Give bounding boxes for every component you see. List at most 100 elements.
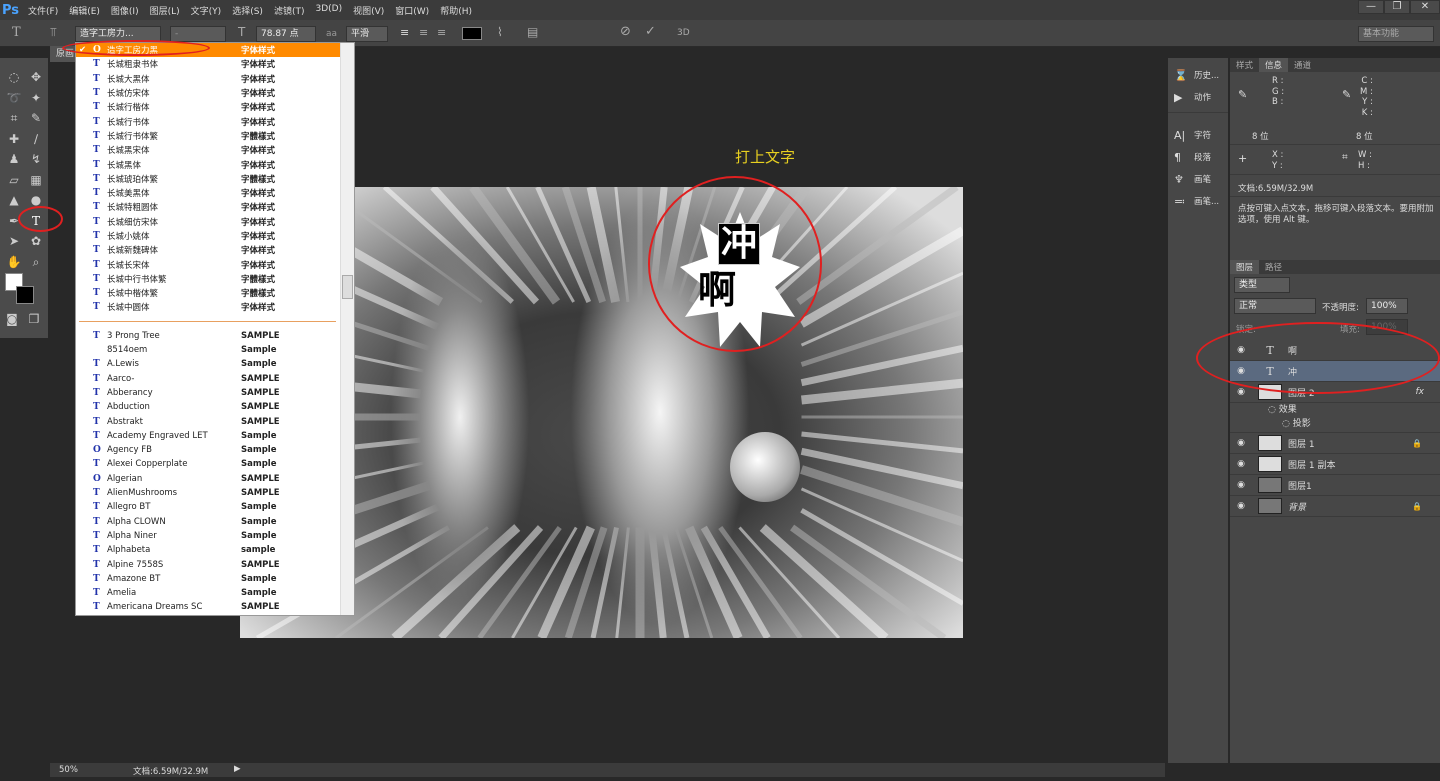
path-select-icon[interactable]: ➤ (4, 232, 24, 251)
font-item[interactable]: T Alphabeta sample (76, 543, 354, 557)
align-right-icon[interactable]: ≡ (437, 26, 446, 39)
scrollbar-thumb[interactable] (342, 275, 353, 299)
layer-name[interactable]: 图层 1 (1288, 437, 1412, 450)
font-list-scrollbar[interactable] (340, 43, 354, 615)
eraser-icon[interactable]: ▱ (4, 171, 24, 190)
quick-mask-icon[interactable]: ◙ (2, 310, 22, 329)
magic-wand-icon[interactable]: ✦ (26, 89, 46, 108)
history-brush-icon[interactable]: ↯ (26, 150, 46, 169)
font-item[interactable]: T 长城中圆体 字体样式 (76, 300, 354, 314)
panel-button-brush[interactable]: ♆ 画笔 (1168, 168, 1228, 190)
fx-icon[interactable]: fx (1416, 387, 1425, 397)
effect-eye-icon[interactable]: ◌ (1282, 419, 1293, 429)
font-item[interactable]: T 长城黑体 字体样式 (76, 157, 354, 171)
status-menu-arrow-icon[interactable]: ▶ (234, 764, 241, 774)
font-item[interactable]: T 长城美黑体 字体样式 (76, 186, 354, 200)
panel-button-history[interactable]: ⌛ 历史... (1168, 64, 1228, 86)
eyedropper-icon[interactable]: ✎ (26, 109, 46, 128)
font-item[interactable]: T 长城行楷体 字体样式 (76, 100, 354, 114)
font-item[interactable]: T A.Lewis Sample (76, 357, 354, 371)
menu-item[interactable]: 编辑(E) (69, 4, 100, 17)
font-item[interactable]: T 长城仿宋体 字体样式 (76, 86, 354, 100)
drop-shadow-row[interactable]: ◌ 投影 (1268, 417, 1440, 431)
shape-icon[interactable]: ✿ (26, 232, 46, 251)
visibility-eye-icon[interactable]: ◉ (1230, 459, 1252, 469)
minimize-button[interactable]: — (1358, 0, 1384, 14)
antialias-select[interactable]: 平滑 (346, 26, 388, 42)
menu-item[interactable]: 帮助(H) (440, 4, 472, 17)
font-item[interactable]: T 长城新魏碑体 字体样式 (76, 243, 354, 257)
effects-eye-icon[interactable]: ◌ (1268, 405, 1279, 415)
font-item[interactable]: T 长城粗隶书体 字体样式 (76, 57, 354, 71)
font-item[interactable]: T 长城行书体繁 字體樣式 (76, 129, 354, 143)
font-item[interactable]: T Alpha Niner Sample (76, 529, 354, 543)
panel-button-actions[interactable]: ▶ 动作 (1168, 86, 1228, 108)
commit-icon[interactable]: ✓ (645, 24, 656, 39)
crop-icon[interactable]: ⌗ (4, 109, 24, 128)
marquee-icon[interactable]: ◌ (4, 68, 24, 87)
move-icon[interactable]: ✥ (26, 68, 46, 87)
menu-item[interactable]: 文件(F) (28, 4, 58, 17)
font-item[interactable]: T Alexei Copperplate Sample (76, 457, 354, 471)
font-item[interactable]: T Abberancy SAMPLE (76, 386, 354, 400)
effects-row[interactable]: ◌ 效果 (1268, 403, 1440, 417)
opacity-field[interactable]: 100% (1366, 298, 1408, 314)
tab-channels[interactable]: 通道 (1288, 58, 1317, 72)
font-item[interactable]: T 长城细仿宋体 字体样式 (76, 215, 354, 229)
menu-item[interactable]: 图层(L) (150, 4, 180, 17)
font-item[interactable]: T 长城特粗圆体 字体样式 (76, 200, 354, 214)
gradient-icon[interactable]: ▦ (26, 171, 46, 190)
menu-item[interactable]: 滤镜(T) (274, 4, 305, 17)
menu-item[interactable]: 3D(D) (315, 4, 342, 17)
layer-name[interactable]: 图层 1 副本 (1288, 458, 1440, 471)
close-button[interactable]: ✕ (1410, 0, 1440, 14)
warp-text-icon[interactable]: ⌇ (497, 25, 503, 39)
font-item[interactable]: T 长城中行书体繁 字體樣式 (76, 272, 354, 286)
visibility-eye-icon[interactable]: ◉ (1230, 480, 1252, 490)
font-item[interactable]: T 3 Prong Tree SAMPLE (76, 329, 354, 343)
layer-filter-select[interactable]: 类型 (1234, 277, 1290, 293)
font-item[interactable]: T Abduction SAMPLE (76, 400, 354, 414)
text-color-swatch[interactable] (462, 27, 482, 40)
menu-item[interactable]: 图像(I) (111, 4, 139, 17)
panel-button-character[interactable]: A| 字符 (1168, 124, 1228, 146)
font-item[interactable]: T Americana Dreams SC SAMPLE (76, 600, 354, 614)
3d-button[interactable]: 3D (677, 28, 690, 38)
tab-paths[interactable]: 路径 (1259, 260, 1288, 274)
blur-icon[interactable]: ▲ (4, 191, 24, 210)
panel-button-paragraph[interactable]: ¶ 段落 (1168, 146, 1228, 168)
layer-name[interactable]: 图层1 (1288, 479, 1440, 492)
panel-button-brush-presets[interactable]: ≕ 画笔... (1168, 190, 1228, 212)
tab-styles[interactable]: 样式 (1230, 58, 1259, 72)
font-item[interactable]: T Amazone BT Sample (76, 572, 354, 586)
font-item[interactable]: T 长城大黑体 字体样式 (76, 72, 354, 86)
font-item[interactable]: T Allegro BT Sample (76, 500, 354, 514)
font-item[interactable]: T 长城黑宋体 字体样式 (76, 143, 354, 157)
menu-item[interactable]: 文字(Y) (191, 4, 222, 17)
tab-layers[interactable]: 图层 (1230, 260, 1260, 274)
font-item[interactable]: T 长城行书体 字体样式 (76, 114, 354, 128)
font-item[interactable]: T 长城琥珀体繁 字體樣式 (76, 172, 354, 186)
layer-row[interactable]: ◉ 图层 1 🔒 (1230, 433, 1440, 454)
screen-mode-icon[interactable]: ❐ (24, 310, 44, 329)
layer-row[interactable]: ◉ 图层1 (1230, 475, 1440, 496)
font-item[interactable]: T 长城中楷体繁 字體樣式 (76, 286, 354, 300)
font-item[interactable]: T Abstrakt SAMPLE (76, 414, 354, 428)
background-color[interactable] (16, 286, 34, 304)
zoom-level[interactable]: 50% (59, 765, 78, 775)
layer-row[interactable]: ◉ 背景 🔒 (1230, 496, 1440, 517)
lasso-icon[interactable]: ➰ (4, 89, 24, 108)
font-item[interactable]: O Algerian SAMPLE (76, 472, 354, 486)
visibility-eye-icon[interactable]: ◉ (1230, 387, 1252, 397)
font-item[interactable]: T 长城长宋体 字体样式 (76, 257, 354, 271)
layer-name[interactable]: 背景 (1288, 500, 1412, 513)
font-style-select[interactable]: - (170, 26, 226, 42)
font-item[interactable]: T Alpine 7558S SAMPLE (76, 557, 354, 571)
blend-mode-select[interactable]: 正常 (1234, 298, 1316, 314)
font-item[interactable]: T Amelia Sample (76, 586, 354, 600)
workspace-select[interactable]: 基本功能 (1358, 26, 1434, 42)
stamp-icon[interactable]: ♟ (4, 150, 24, 169)
menu-item[interactable]: 选择(S) (232, 4, 263, 17)
menu-item[interactable]: 视图(V) (353, 4, 384, 17)
font-item[interactable]: T Alpha CLOWN Sample (76, 515, 354, 529)
